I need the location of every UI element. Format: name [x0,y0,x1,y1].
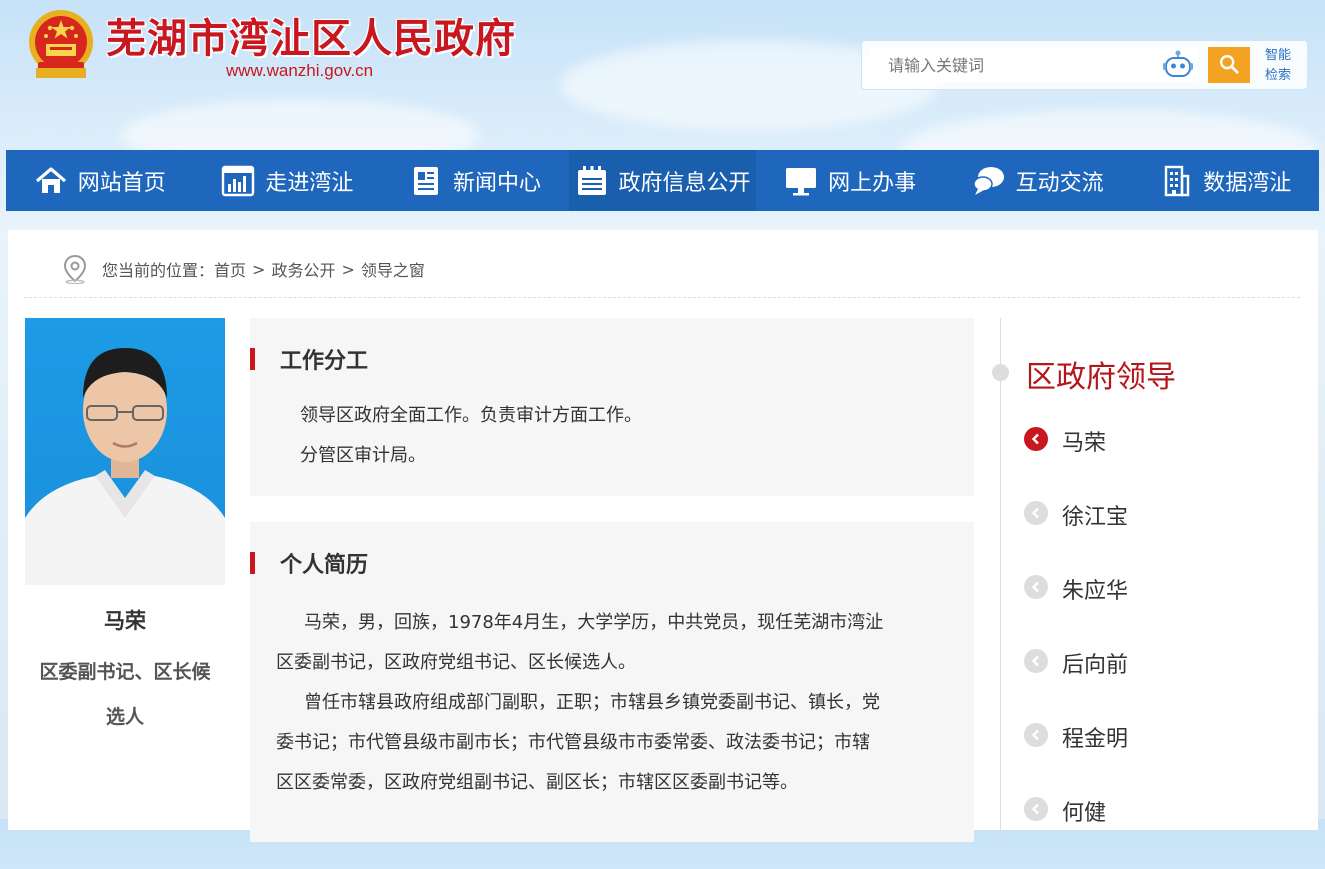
chat-icon [972,166,1004,195]
chevron-left-icon [1024,501,1048,525]
leader-list-item[interactable]: 马荣 [1024,425,1128,499]
nav-about[interactable]: 走进湾沚 [194,150,382,211]
search-icon [1220,54,1239,74]
chevron-left-icon [1024,723,1048,747]
work-line: 领导区政府全面工作。负责审计方面工作。 [300,405,642,426]
home-icon [35,166,66,193]
section-marker [250,348,255,370]
leader-list-item[interactable]: 程金明 [1024,721,1128,795]
leader-list-item[interactable]: 朱应华 [1024,573,1128,647]
breadcrumb-gov-affairs[interactable]: 政务公开 [271,257,335,281]
nav-home[interactable]: 网站首页 [6,150,194,211]
leader-list-item[interactable]: 后向前 [1024,647,1128,721]
resume-line: 区委副书记，区政府党组书记、区长候选人。 [276,652,636,673]
nav-online-service[interactable]: 网上办事 [756,150,944,211]
leader-name: 马荣 [104,609,146,633]
resume-line: 马荣，男，回族，1978年4月生，大学学历，中共党员，现任芜湖市湾沚 [304,612,884,633]
chevron-left-icon [1024,649,1048,673]
search-box: 智能 检索 [861,40,1308,90]
leader-photo [25,318,225,585]
work-line: 分管区审计局。 [300,445,426,466]
site-title[interactable]: 芜湖市湾沚区人民政府 [106,6,516,64]
chevron-left-icon [1024,797,1048,821]
chevron-left-icon [1024,575,1048,599]
nav-news[interactable]: 新闻中心 [381,150,569,211]
sidebar-title: 区政府领导 [1026,360,1176,395]
national-emblem-icon [29,10,93,78]
news-icon [413,166,438,195]
sidebar-divider-dot [992,364,1009,381]
section-marker [250,552,255,574]
resume-heading: 个人简历 [280,553,369,578]
nav-interaction[interactable]: 互动交流 [944,150,1132,211]
nav-gov-info[interactable]: 政府信息公开 [568,150,757,211]
smart-search-link[interactable]: 智能 检索 [1258,46,1298,86]
work-section: 工作分工 领导区政府全面工作。负责审计方面工作。 分管区审计局。 [250,318,974,496]
leader-title: 区委副书记、区长候 选人 [39,661,211,728]
breadcrumb: 您当前的位置： 首页 > 政务公开 > 领导之窗 [62,254,425,284]
site-url[interactable]: www.wanzhi.gov.cn [226,61,373,81]
leader-list-item[interactable]: 徐江宝 [1024,499,1128,573]
breadcrumb-prefix: 您当前的位置： [102,261,215,280]
leader-list: 马荣 徐江宝 朱应华 后向前 程金明 何健 [1024,425,1128,869]
resume-line: 委书记；市代管县级市副市长；市代管县级市市委常委、政法委书记；市辖 [276,732,870,753]
work-heading: 工作分工 [280,349,369,374]
breadcrumb-leaders[interactable]: 领导之窗 [361,257,425,281]
search-button[interactable] [1208,47,1250,83]
monitor-icon [786,167,817,195]
location-pin-icon [63,254,87,284]
leader-list-item[interactable]: 何健 [1024,795,1128,869]
main-nav: 网站首页 走进湾沚 新闻中心 政府信息公开 网上办事 互动交流 数据湾沚 [6,150,1319,211]
breadcrumb-divider [24,297,1300,298]
sidebar-divider [1000,318,1001,838]
resume-section: 个人简历 马荣，男，回族，1978年4月生，大学学历，中共党员，现任芜湖市湾沚 … [250,522,974,842]
breadcrumb-separator: > [252,259,266,279]
building-icon [1165,165,1190,196]
breadcrumb-separator: > [341,259,355,279]
nav-data[interactable]: 数据湾沚 [1131,150,1319,211]
chart-icon [222,165,255,196]
chevron-left-icon [1024,427,1048,451]
robot-icon[interactable] [1162,50,1194,80]
resume-line: 曾任市辖县政府组成部门副职，正职；市辖县乡镇党委副书记、镇长，党 [304,692,880,713]
content-area: 您当前的位置： 首页 > 政务公开 > 领导之窗 马荣 区委副书记、区长候 选人… [8,230,1318,842]
breadcrumb-home[interactable]: 首页 [214,257,246,281]
calendar-icon [577,165,606,195]
search-input[interactable] [870,48,1198,82]
resume-line: 区区委常委，区政府党组副书记、副区长；市辖区区委副书记等。 [276,772,798,793]
